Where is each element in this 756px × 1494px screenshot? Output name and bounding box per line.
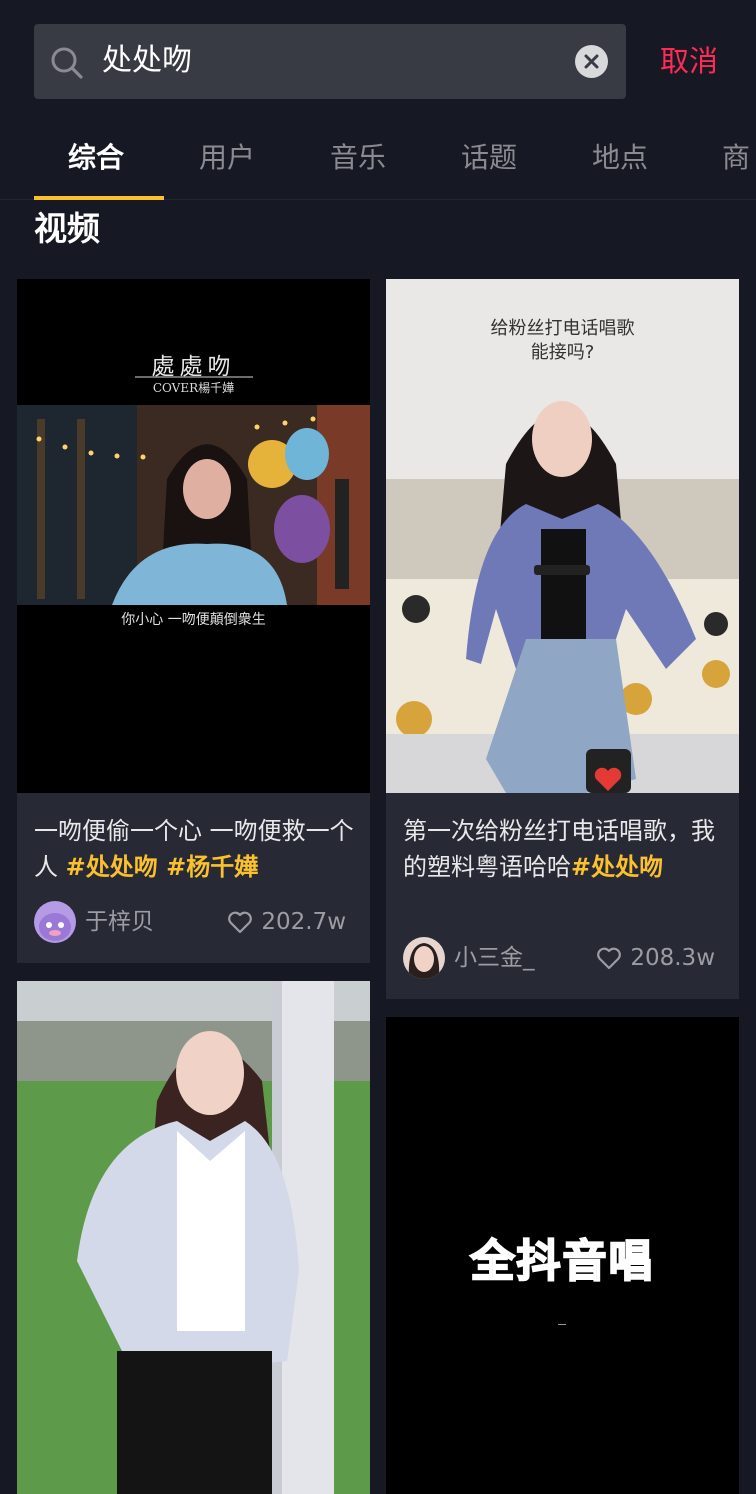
heart-icon [597, 947, 622, 970]
divider [558, 1324, 566, 1325]
overlay-caption-line: 能接吗? [530, 342, 595, 363]
overlay-caption-line: 给粉丝打电话唱歌 [490, 318, 635, 339]
description-text: 第一次给粉丝打电话唱歌，我的塑料粤语哈哈 [403, 817, 715, 881]
overlay-subtitle: COVER楊千嬅 [152, 381, 235, 395]
heart-icon [228, 911, 253, 934]
tab-products[interactable]: 商 [722, 138, 750, 178]
section-title: 视频 [34, 209, 100, 248]
tab-places[interactable]: 地点 [592, 138, 648, 178]
like-count-text: 208.3w [630, 945, 715, 971]
like-count-text: 202.7w [261, 909, 346, 935]
overlay-caption: 全抖音唱 [470, 1235, 655, 1288]
clear-search-button[interactable] [575, 45, 608, 78]
overlay-caption: 给粉丝打电话唱歌 能接吗? [386, 317, 739, 365]
video-thumbnail[interactable]: 全抖音唱 [386, 1017, 739, 1494]
video-thumbnail[interactable] [17, 981, 370, 1494]
tab-users[interactable]: 用户 [199, 138, 255, 178]
video-card[interactable]: 全抖音唱 [386, 1017, 739, 1494]
avatar[interactable] [403, 937, 445, 979]
tab-music[interactable]: 音乐 [330, 138, 386, 178]
tab-general[interactable]: 综合 [68, 138, 124, 178]
cancel-button[interactable]: 取消 [660, 40, 718, 82]
search-input[interactable]: 处处吻 [102, 40, 192, 82]
video-thumbnail[interactable]: 给粉丝打电话唱歌 能接吗? [386, 279, 739, 793]
video-description[interactable]: 一吻便偷一个心 一吻便救一个人 #处处吻 #杨千嬅 [34, 813, 356, 885]
avatar[interactable] [34, 901, 76, 943]
active-tab-indicator [34, 196, 164, 200]
tab-topics[interactable]: 话题 [461, 138, 517, 178]
overlay-caption: 你小心 一吻便顛倒衆生 [121, 612, 266, 628]
search-bar[interactable]: 处处吻 [34, 24, 626, 99]
search-icon [50, 46, 84, 80]
author-name[interactable]: 于梓贝 [85, 906, 154, 938]
hashtag-link[interactable]: #处处吻 #杨千嬅 [66, 853, 259, 881]
overlay-title: 處處吻 [151, 354, 236, 380]
hashtag-link[interactable]: #处处吻 [571, 853, 663, 881]
search-tabs: 综合 用户 音乐 话题 地点 商 [0, 128, 756, 200]
video-card[interactable]: 给粉丝打电话唱歌 能接吗? 第一次给粉丝打电话唱歌，我的塑料粤语哈哈#处处吻 小… [386, 279, 739, 999]
video-card[interactable]: 處處吻 COVER楊千嬅 你小心 一吻便顛倒衆生 一吻便偷一个心 一吻便救一个人… [17, 279, 370, 963]
video-card[interactable] [17, 981, 370, 1494]
close-icon [584, 54, 599, 69]
like-count[interactable]: 208.3w [596, 942, 715, 974]
author-name[interactable]: 小三金_ [454, 942, 535, 974]
video-description[interactable]: 第一次给粉丝打电话唱歌，我的塑料粤语哈哈#处处吻 [403, 813, 725, 885]
video-thumbnail[interactable]: 處處吻 COVER楊千嬅 你小心 一吻便顛倒衆生 [17, 279, 370, 793]
like-count[interactable]: 202.7w [227, 906, 346, 938]
